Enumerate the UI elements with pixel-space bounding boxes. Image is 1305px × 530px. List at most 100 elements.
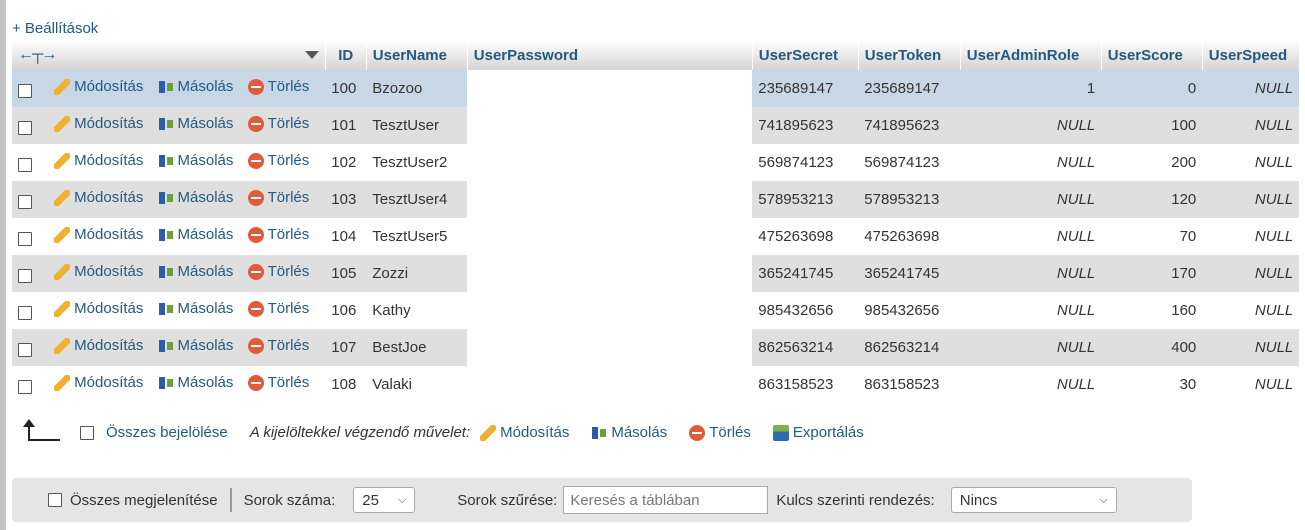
table-row[interactable]: Módosítás Másolás Törlés 106 Kathy 98543… <box>12 292 1300 329</box>
cell-userspeed[interactable]: NULL <box>1202 292 1300 329</box>
edit-label[interactable]: Módosítás <box>74 337 143 354</box>
cell-userscore[interactable]: 100 <box>1101 107 1203 144</box>
table-row[interactable]: Módosítás Másolás Törlés 101 TesztUser 7… <box>12 107 1300 144</box>
edit-label[interactable]: Módosítás <box>74 263 143 280</box>
delete-label[interactable]: Törlés <box>268 152 310 169</box>
cell-usertoken[interactable]: 569874123 <box>858 144 961 181</box>
cell-userpassword[interactable] <box>467 366 753 403</box>
cell-userscore[interactable]: 160 <box>1101 292 1203 329</box>
bulk-copy-label[interactable]: Másolás <box>611 424 667 441</box>
column-resize-arrows-icon[interactable]: ←┬→ <box>18 46 57 64</box>
select-all-checkbox[interactable] <box>80 425 94 440</box>
bulk-copy-button[interactable]: Másolás <box>591 424 667 441</box>
cell-usersecret[interactable]: 862563214 <box>752 329 859 366</box>
edit-label[interactable]: Módosítás <box>74 300 143 317</box>
table-row[interactable]: Módosítás Másolás Törlés 100 Bzozoo 2356… <box>12 70 1300 107</box>
cell-id[interactable]: 101 <box>325 107 367 144</box>
copy-label[interactable]: Másolás <box>178 78 234 95</box>
cell-userpassword[interactable] <box>467 218 753 255</box>
column-header-id[interactable]: ID <box>325 40 367 70</box>
cell-usertoken[interactable]: 862563214 <box>858 329 961 366</box>
cell-usertoken[interactable]: 741895623 <box>858 107 961 144</box>
cell-id[interactable]: 102 <box>325 144 367 181</box>
edit-label[interactable]: Módosítás <box>74 374 143 391</box>
copy-button[interactable]: Másolás <box>158 78 234 95</box>
settings-link[interactable]: + Beállítások <box>12 20 98 37</box>
cell-username[interactable]: BestJoe <box>366 329 468 366</box>
cell-id[interactable]: 100 <box>325 70 367 107</box>
delete-button[interactable]: Törlés <box>247 300 309 317</box>
cell-userpassword[interactable] <box>467 144 753 181</box>
copy-label[interactable]: Másolás <box>178 189 234 206</box>
edit-button[interactable]: Módosítás <box>54 115 143 132</box>
cell-id[interactable]: 104 <box>325 218 367 255</box>
cell-usersecret[interactable]: 235689147 <box>752 70 859 107</box>
cell-userscore[interactable]: 0 <box>1101 70 1203 107</box>
cell-userspeed[interactable]: NULL <box>1202 218 1300 255</box>
cell-userpassword[interactable] <box>467 329 753 366</box>
delete-label[interactable]: Törlés <box>268 263 310 280</box>
cell-userspeed[interactable]: NULL <box>1202 181 1300 218</box>
cell-userspeed[interactable]: NULL <box>1202 107 1300 144</box>
copy-label[interactable]: Másolás <box>178 374 234 391</box>
delete-button[interactable]: Törlés <box>247 152 310 169</box>
row-checkbox[interactable] <box>18 157 32 172</box>
cell-userpassword[interactable] <box>467 255 753 292</box>
cell-useradminrole[interactable]: NULL <box>960 292 1102 329</box>
cell-useradminrole[interactable]: NULL <box>960 366 1102 403</box>
cell-usersecret[interactable]: 863158523 <box>752 366 859 403</box>
cell-usertoken[interactable]: 985432656 <box>858 292 961 329</box>
cell-username[interactable]: Kathy <box>366 292 468 329</box>
cell-username[interactable]: TesztUser4 <box>366 181 468 218</box>
cell-usersecret[interactable]: 985432656 <box>752 292 859 329</box>
copy-button[interactable]: Másolás <box>158 374 234 391</box>
cell-username[interactable]: Valaki <box>366 366 468 403</box>
column-header-userspeed[interactable]: UserSpeed <box>1202 40 1300 70</box>
select-all-control[interactable]: Összes bejelölése <box>80 424 228 441</box>
table-row[interactable]: Módosítás Másolás Törlés 102 TesztUser2 … <box>12 144 1300 181</box>
bulk-delete-label[interactable]: Törlés <box>709 424 751 441</box>
cell-userpassword[interactable] <box>467 70 753 107</box>
column-menu-dropdown-icon[interactable] <box>304 51 319 59</box>
cell-userscore[interactable]: 400 <box>1101 329 1203 366</box>
table-row[interactable]: Módosítás Másolás Törlés 105 Zozzi 36524… <box>12 255 1300 292</box>
bulk-edit-label[interactable]: Módosítás <box>500 424 569 441</box>
table-row[interactable]: Módosítás Másolás Törlés 103 TesztUser4 … <box>12 181 1300 218</box>
cell-usertoken[interactable]: 863158523 <box>858 366 961 403</box>
rows-count-select[interactable]: 25 ⌵ <box>353 487 416 513</box>
cell-userscore[interactable]: 30 <box>1101 366 1203 403</box>
cell-useradminrole[interactable]: NULL <box>960 218 1102 255</box>
cell-id[interactable]: 107 <box>325 329 367 366</box>
row-checkbox[interactable] <box>18 83 32 98</box>
cell-username[interactable]: TesztUser2 <box>366 144 468 181</box>
cell-userscore[interactable]: 120 <box>1101 181 1203 218</box>
copy-button[interactable]: Másolás <box>158 152 233 169</box>
column-header-userscore[interactable]: UserScore <box>1101 40 1203 70</box>
cell-usersecret[interactable]: 578953213 <box>752 181 859 218</box>
delete-button[interactable]: Törlés <box>247 115 309 132</box>
column-header-useradminrole[interactable]: UserAdminRole <box>960 40 1102 70</box>
cell-usertoken[interactable]: 365241745 <box>858 255 961 292</box>
copy-button[interactable]: Másolás <box>158 226 233 243</box>
delete-button[interactable]: Törlés <box>247 263 310 280</box>
cell-usersecret[interactable]: 365241745 <box>752 255 859 292</box>
cell-userspeed[interactable]: NULL <box>1202 144 1300 181</box>
row-checkbox[interactable] <box>18 379 32 394</box>
cell-userscore[interactable]: 200 <box>1101 144 1203 181</box>
delete-label[interactable]: Törlés <box>268 374 310 391</box>
column-header-username[interactable]: UserName <box>366 40 468 70</box>
copy-button[interactable]: Másolás <box>158 300 233 317</box>
delete-button[interactable]: Törlés <box>247 374 310 391</box>
cell-userscore[interactable]: 170 <box>1101 255 1203 292</box>
copy-label[interactable]: Másolás <box>178 115 234 132</box>
table-row[interactable]: Módosítás Másolás Törlés 104 TesztUser5 … <box>12 218 1300 255</box>
copy-button[interactable]: Másolás <box>158 189 234 206</box>
delete-label[interactable]: Törlés <box>268 337 310 354</box>
delete-label[interactable]: Törlés <box>268 78 310 95</box>
bulk-edit-button[interactable]: Módosítás <box>480 424 569 441</box>
sort-by-key-select[interactable]: Nincs ⌵ <box>950 487 1117 513</box>
row-checkbox[interactable] <box>18 305 32 320</box>
edit-label[interactable]: Módosítás <box>74 189 143 206</box>
table-search-input[interactable] <box>563 486 769 514</box>
select-all-label[interactable]: Összes bejelölése <box>106 424 228 441</box>
